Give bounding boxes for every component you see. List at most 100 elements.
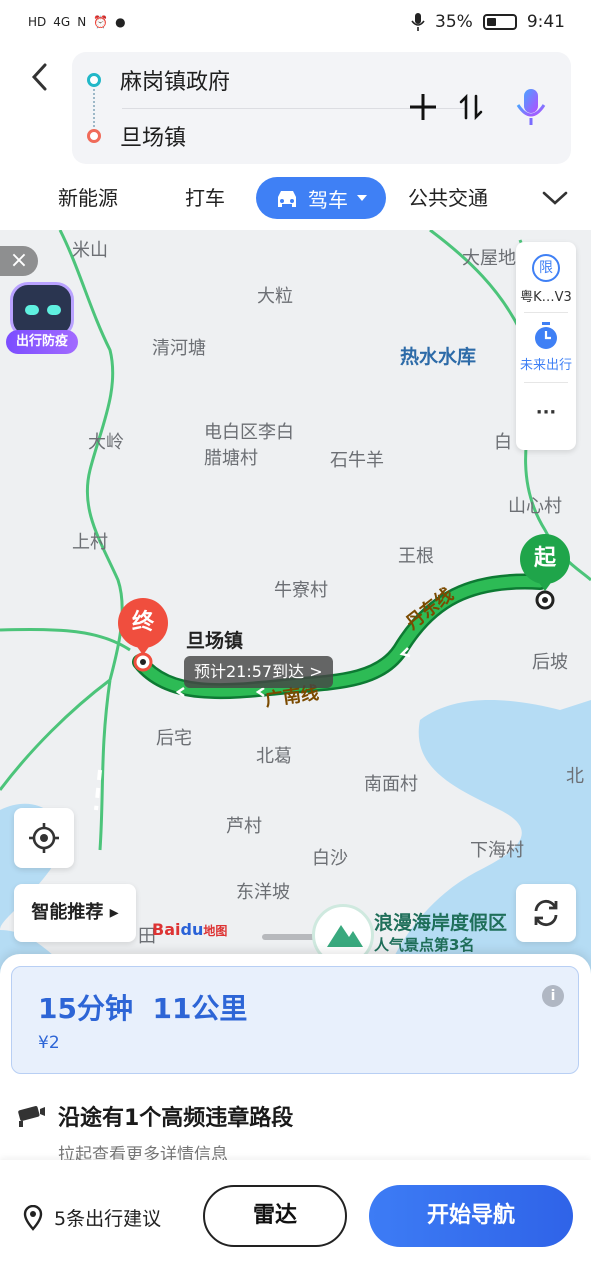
place-label: 清河塘 — [152, 338, 206, 359]
place-label: 下海村 — [470, 840, 524, 861]
destination-field[interactable]: 旦场镇 — [72, 108, 186, 164]
limit-icon: 限 — [532, 254, 560, 282]
place-label: 后宅 — [156, 728, 192, 749]
epidemic-travel-badge[interactable]: 出行防疫 — [6, 282, 78, 356]
start-navigation-button[interactable]: 开始导航 — [369, 1185, 573, 1247]
road-label-dandong: 丹东线 — [402, 583, 458, 634]
baidu-map-logo: Baidu地图 — [152, 920, 227, 939]
back-button[interactable] — [22, 62, 58, 98]
network-indicators: HD 4G N ⏰ ● — [28, 15, 126, 29]
chevron-left-icon — [31, 63, 47, 91]
place-label: 大岭 — [88, 432, 124, 453]
crosshair-icon — [29, 823, 59, 853]
place-label: 北 — [566, 766, 584, 787]
swap-route-button[interactable] — [448, 84, 494, 130]
locate-me-button[interactable] — [14, 808, 74, 868]
refresh-route-button[interactable] — [516, 884, 576, 942]
divider — [524, 312, 568, 313]
map-view[interactable]: 丹东线 广南线 × 出行防疫 米山 大粒 清河塘 大屋地 热水水库 大岭 电白区… — [0, 230, 591, 990]
trip-suggestions-button[interactable]: 5条出行建议 — [22, 1204, 161, 1231]
map-side-panel: 限 粤K…V3 未来出行 ··· — [516, 242, 576, 450]
mascot-eye — [25, 305, 39, 315]
place-label: 白沙 — [312, 848, 348, 869]
place-label: 上村 — [72, 532, 108, 553]
place-label: 米山 — [72, 240, 108, 261]
tab-driving[interactable]: 驾车 — [256, 177, 386, 219]
action-bar: 5条出行建议 雷达 开始导航 — [0, 1160, 591, 1280]
tab-public-transit[interactable]: 公共交通 — [408, 180, 488, 216]
route-toll: ¥2 — [38, 1033, 60, 1053]
place-label: 白 — [494, 432, 512, 453]
place-label: 后坡 — [532, 652, 568, 673]
place-label: 东洋坡 — [236, 882, 290, 903]
place-label: 王根 — [398, 546, 434, 567]
place-label: 芦村 — [226, 816, 262, 837]
route-distance: 11公里 — [152, 992, 248, 1025]
destination-dot-icon — [87, 129, 101, 143]
future-trip-label: 未来出行 — [519, 358, 572, 373]
location-icon: ● — [115, 15, 126, 29]
plate-limit-button[interactable]: 限 粤K…V3 — [516, 254, 576, 305]
place-label: 大粒 — [257, 286, 293, 307]
place-label: 牛寮村 — [274, 580, 328, 601]
violation-alert-row[interactable]: 沿途有1个高频违章路段 — [16, 1100, 293, 1132]
place-label: 石牛羊 — [330, 450, 384, 471]
microphone-icon — [516, 89, 546, 125]
future-trip-button[interactable]: 未来出行 — [516, 322, 576, 373]
more-modes-button[interactable] — [541, 188, 571, 212]
refresh-icon — [534, 899, 558, 927]
place-label: 南面村 — [364, 774, 418, 795]
battery-icon — [482, 14, 517, 30]
eta-tooltip[interactable]: 预计21:57到达 > — [184, 656, 333, 688]
divider — [524, 382, 568, 383]
poi-title: 浪漫海岸度假区 — [374, 912, 508, 934]
start-marker[interactable]: 起 — [520, 534, 572, 594]
plus-icon — [410, 94, 436, 120]
map-base: 丹东线 广南线 — [0, 230, 591, 990]
road-southwest — [98, 679, 112, 851]
smart-recommend-button[interactable]: 智能推荐 ▸ — [14, 884, 136, 942]
origin-text: 麻岗镇政府 — [120, 70, 231, 95]
caret-down-icon — [357, 195, 367, 201]
battery-percent: 35% — [435, 12, 473, 32]
logo-du: du — [180, 920, 204, 939]
plate-label: 粤K…V3 — [520, 290, 572, 305]
destination-map-label: 旦场镇 — [186, 630, 244, 652]
close-overlay-button[interactable]: × — [0, 246, 38, 276]
place-label: 电白区李白 — [204, 422, 294, 443]
end-marker[interactable]: 终 — [118, 598, 168, 658]
epidemic-label: 出行防疫 — [6, 330, 78, 354]
pin-tail — [135, 644, 151, 655]
travel-mode-tabs: 新能源 打车 驾车 公共交通 — [0, 172, 591, 224]
more-options-button[interactable]: ··· — [516, 402, 576, 423]
hd-indicator: HD — [28, 15, 47, 29]
place-label: 腊塘村 — [204, 448, 258, 469]
logo-map: 地图 — [203, 924, 228, 938]
road-southwest-dashes — [94, 769, 102, 811]
swap-icon — [459, 93, 483, 121]
place-label: 山心村 — [508, 496, 562, 517]
status-bar: HD 4G N ⏰ ● 35% 9:41 — [0, 0, 591, 44]
route-option-card[interactable]: 15分钟 11公里 ¥2 i — [11, 966, 579, 1074]
location-pin-icon — [23, 1204, 43, 1231]
clock-icon — [535, 322, 557, 349]
radar-button[interactable]: 雷达 — [203, 1185, 347, 1247]
alarm-icon: ⏰ — [93, 15, 109, 29]
origin-dot-icon — [87, 73, 101, 87]
nfc-icon: N — [77, 15, 87, 29]
info-icon[interactable]: i — [542, 985, 564, 1007]
chevron-down-icon — [542, 191, 568, 205]
place-label: 大屋地 — [462, 248, 516, 269]
add-waypoint-button[interactable] — [400, 84, 446, 130]
tab-new-energy[interactable]: 新能源 — [58, 180, 118, 216]
car-icon — [278, 191, 296, 207]
start-pin-icon: 起 — [520, 534, 570, 584]
tab-taxi[interactable]: 打车 — [185, 180, 225, 216]
destination-text: 旦场镇 — [120, 126, 187, 151]
origin-field[interactable]: 麻岗镇政府 — [72, 52, 230, 108]
place-label: 北葛 — [256, 746, 292, 767]
signal-indicator: 4G — [53, 15, 71, 29]
trip-suggestions-label: 5条出行建议 — [54, 1208, 162, 1230]
route-duration: 15分钟 — [38, 992, 133, 1025]
voice-input-button[interactable] — [508, 84, 554, 130]
